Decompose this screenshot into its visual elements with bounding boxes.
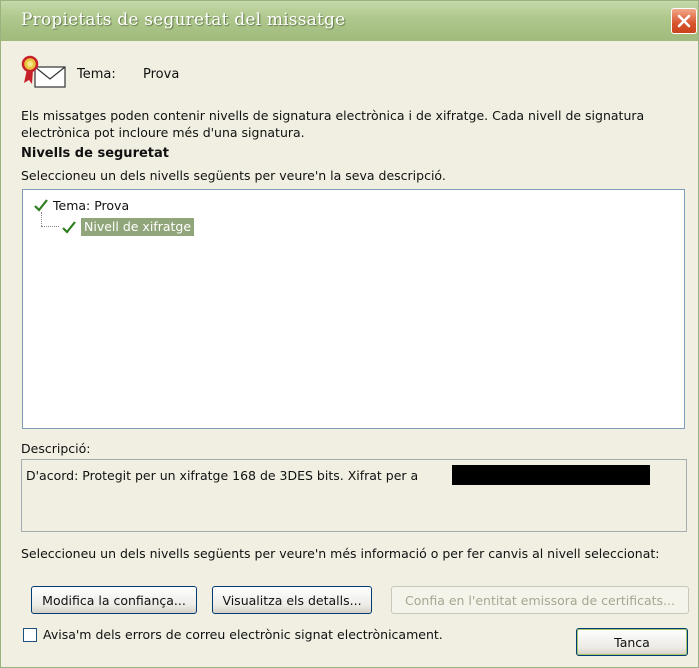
subject-label: Tema: [77, 67, 116, 82]
intro-text: Els missatges poden contenir nivells de … [21, 108, 645, 140]
tree-item-label: Tema: Prova [53, 197, 130, 213]
notify-errors-label: Avisa'm dels errors de correu electrònic… [43, 627, 443, 642]
close-window-button[interactable] [671, 8, 697, 34]
check-icon [62, 221, 76, 234]
check-icon [34, 199, 48, 212]
trust-ca-button: Confia en l'entitat emissora de certific… [391, 586, 689, 614]
tree-item-label-selected: Nivell de xifratge [81, 218, 195, 236]
tree-connector-vertical [41, 212, 42, 226]
certificate-envelope-icon [21, 55, 66, 88]
security-levels-heading: Nivells de seguretat [21, 146, 169, 161]
description-label: Descripció: [21, 441, 91, 456]
notify-errors-checkbox[interactable] [23, 627, 37, 642]
security-levels-instruction: Seleccioneu un dels nivells següents per… [21, 168, 446, 183]
tree-item-encryption-level[interactable]: Nivell de xifratge [61, 218, 195, 236]
tree-item-subject[interactable]: Tema: Prova [33, 196, 129, 214]
description-text: D'acord: Protegit per un xifratge 168 de… [26, 468, 419, 483]
subject-value: Prova [143, 67, 180, 82]
redacted-block [452, 465, 650, 485]
tree-connector-horizontal [41, 226, 59, 227]
info-text: Seleccioneu un dels nivells següents per… [21, 546, 660, 561]
notify-errors-option[interactable]: Avisa'm dels errors de correu electrònic… [23, 627, 443, 642]
close-icon [677, 14, 691, 28]
title-bar[interactable]: Propietats de seguretat del missatge [1, 1, 698, 41]
modify-trust-button[interactable]: Modifica la confiança... [31, 586, 197, 614]
security-levels-tree[interactable]: Tema: Prova Nivell de xifratge [22, 189, 685, 429]
description-box: D'acord: Protegit per un xifratge 168 de… [21, 459, 687, 532]
view-details-button[interactable]: Visualitza els detalls... [212, 586, 372, 614]
close-button[interactable]: Tanca [576, 628, 688, 656]
security-properties-dialog: Propietats de seguretat del missatge Tem… [0, 0, 699, 668]
window-title: Propietats de seguretat del missatge [21, 10, 346, 30]
